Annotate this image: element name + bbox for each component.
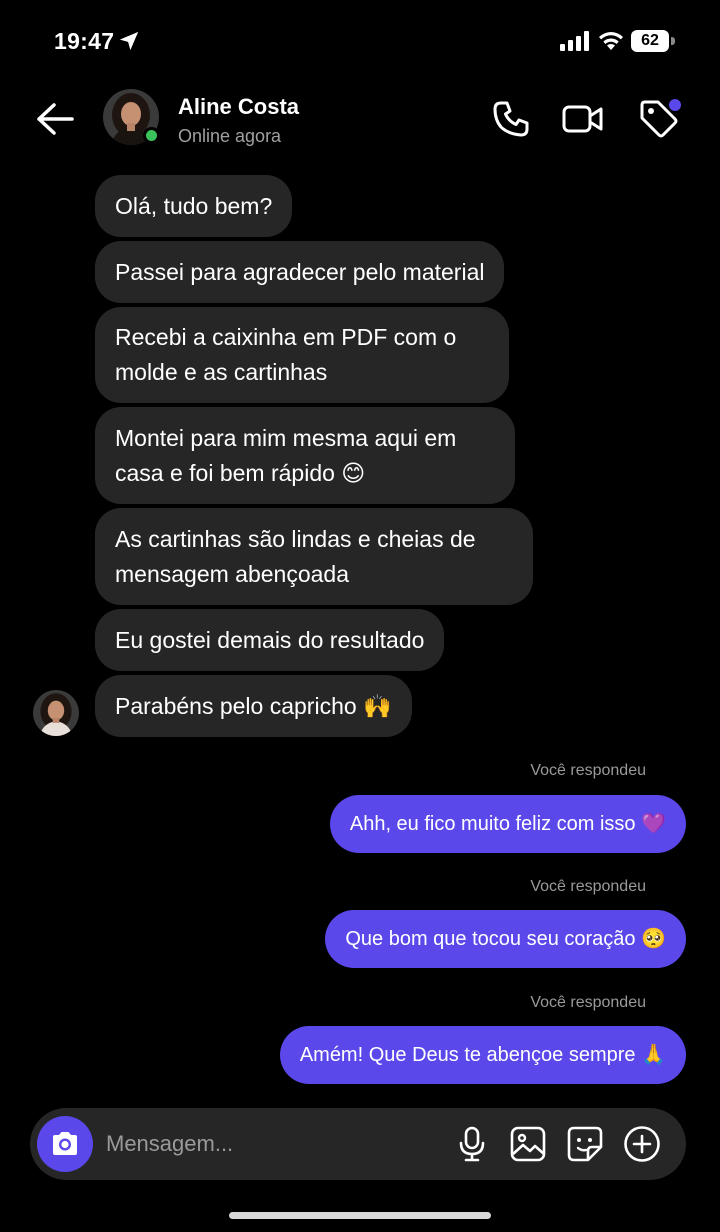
outgoing-message-bubble[interactable]: Amém! Que Deus te abençoe sempre 🙏 — [279, 1026, 686, 1084]
sender-avatar[interactable] — [33, 690, 79, 736]
cellular-signal-icon — [560, 31, 589, 51]
video-call-icon[interactable] — [562, 102, 604, 136]
reply-label: Você respondeu — [530, 878, 646, 895]
battery-level: 62 — [631, 30, 669, 52]
battery-indicator: 62 — [631, 30, 675, 52]
contact-status: Online agora — [178, 126, 282, 146]
sticker-icon[interactable] — [566, 1125, 604, 1163]
avatar-photo — [33, 690, 79, 736]
status-bar: 19:47 62 — [0, 0, 720, 84]
incoming-message-bubble[interactable]: Parabéns pelo capricho 🙌 — [95, 675, 412, 737]
message-text: Eu gostei demais do resultado — [115, 626, 425, 653]
message-text: Que bom que tocou seu coração 🥺 — [345, 928, 666, 950]
contact-name[interactable]: Aline Costa — [178, 94, 299, 120]
incoming-message-bubble[interactable]: Olá, tudo bem? — [95, 175, 293, 237]
incoming-message-bubble[interactable]: As cartinhas são lindas e cheias de mens… — [95, 508, 533, 605]
gallery-icon[interactable] — [510, 1126, 546, 1162]
outgoing-message-bubble[interactable]: Que bom que tocou seu coração 🥺 — [325, 910, 686, 968]
tag-icon[interactable] — [638, 98, 682, 138]
message-composer — [30, 1108, 686, 1180]
incoming-message-bubble[interactable]: Montei para mim mesma aqui em casa e foi… — [95, 407, 515, 504]
incoming-message-bubble[interactable]: Passei para agradecer pelo material — [95, 241, 505, 303]
add-icon[interactable] — [623, 1125, 661, 1163]
microphone-icon[interactable] — [456, 1126, 488, 1162]
message-input[interactable] — [106, 1126, 406, 1162]
message-text: Olá, tudo bem? — [115, 192, 273, 219]
reply-label: Você respondeu — [530, 762, 646, 779]
wifi-icon — [599, 32, 623, 50]
camera-icon — [53, 1132, 77, 1155]
back-arrow-icon[interactable] — [34, 100, 76, 138]
online-status-dot — [143, 127, 160, 144]
message-text: Ahh, eu fico muito feliz com isso 💜 — [349, 813, 666, 835]
chat-header: Aline Costa Online agora — [0, 84, 720, 156]
battery-cap — [671, 37, 675, 45]
reply-label: Você respondeu — [530, 994, 646, 1011]
incoming-message-bubble[interactable]: Recebi a caixinha em PDF com o molde e a… — [95, 307, 509, 403]
message-text: Montei para mim mesma aqui em casa e foi… — [115, 424, 457, 486]
location-arrow-icon — [119, 31, 139, 51]
outgoing-message-bubble[interactable]: Ahh, eu fico muito feliz com isso 💜 — [329, 795, 686, 853]
message-text: As cartinhas são lindas e cheias de mens… — [115, 525, 476, 587]
phone-call-icon[interactable] — [492, 100, 530, 138]
camera-button[interactable] — [37, 1116, 93, 1172]
message-text: Recebi a caixinha em PDF com o molde e a… — [115, 324, 457, 385]
status-time: 19:47 — [54, 28, 115, 54]
message-text: Parabéns pelo capricho 🙌 — [115, 692, 392, 719]
home-indicator[interactable] — [229, 1212, 491, 1219]
message-text: Amém! Que Deus te abençoe sempre 🙏 — [299, 1044, 666, 1066]
incoming-message-bubble[interactable]: Eu gostei demais do resultado — [95, 609, 445, 671]
message-text: Passei para agradecer pelo material — [115, 258, 485, 285]
